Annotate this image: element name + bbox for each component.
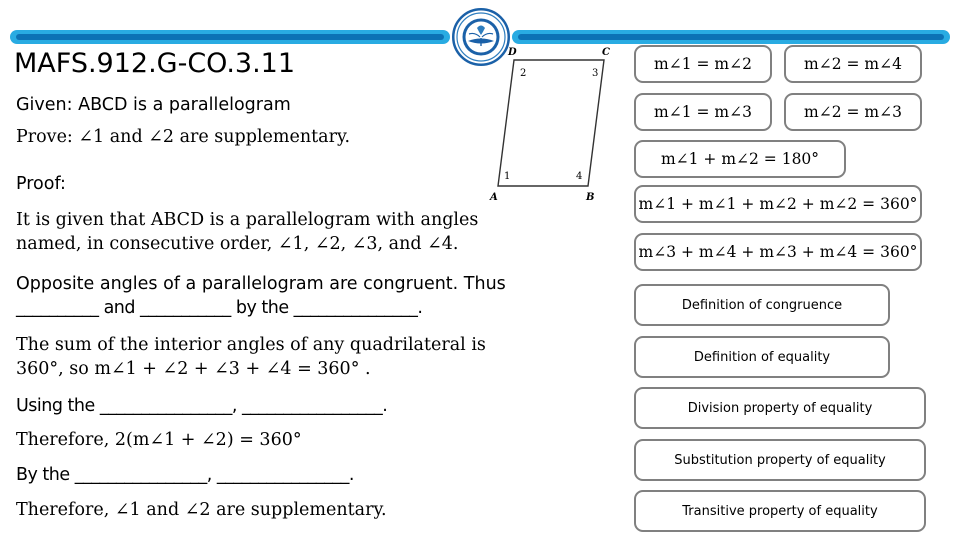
answer-box-label: Substitution property of equality xyxy=(674,452,886,468)
svg-text:1: 1 xyxy=(504,171,510,182)
svg-text:3: 3 xyxy=(592,68,598,79)
answer-box-prop-2[interactable]: Definition of equality xyxy=(634,336,890,378)
answer-box-eq-4[interactable]: m∠2 = m∠3 xyxy=(784,93,922,131)
answer-box-eq-2[interactable]: m∠2 = m∠4 xyxy=(784,45,922,83)
answer-box-label: Transitive property of equality xyxy=(682,503,878,519)
proof-step-7: Therefore, ∠1 and ∠2 are supplementary. xyxy=(16,500,387,520)
proof-step-5: Therefore, 2(m∠1 + ∠2) = 360° xyxy=(16,430,302,450)
answer-box-prop-5[interactable]: Transitive property of equality xyxy=(634,490,926,532)
answer-box-eq-5[interactable]: m∠1 + m∠2 = 180° xyxy=(634,140,846,178)
answer-box-label: Definition of congruence xyxy=(681,297,843,313)
prove-line: Prove: ∠1 and ∠2 are supplementary. xyxy=(16,127,351,147)
answer-box-label: m∠3 + m∠4 + m∠3 + m∠4 = 360° xyxy=(638,243,918,261)
svg-text:D: D xyxy=(507,47,517,58)
page-title: MAFS.912.G-CO.3.11 xyxy=(14,48,296,79)
answer-box-prop-1[interactable]: Definition of congruence xyxy=(634,284,890,326)
proof-step-6: By the ________________, _______________… xyxy=(16,465,354,485)
answer-box-eq-1[interactable]: m∠1 = m∠2 xyxy=(634,45,772,83)
proof-step-1: It is given that ABCD is a parallelogram… xyxy=(16,210,479,254)
proof-step-3: The sum of the interior angles of any qu… xyxy=(16,335,486,379)
answer-box-prop-4[interactable]: Substitution property of equality xyxy=(634,439,926,481)
answer-box-eq-3[interactable]: m∠1 = m∠3 xyxy=(634,93,772,131)
answer-box-label: m∠2 = m∠3 xyxy=(804,103,902,121)
proof-step-4: Using the ________________, ____________… xyxy=(16,396,388,416)
svg-text:2: 2 xyxy=(520,68,526,79)
answer-box-eq-7[interactable]: m∠3 + m∠4 + m∠3 + m∠4 = 360° xyxy=(634,233,922,271)
slide-canvas: MAFS.912.G-CO.3.11 Given: ABCD is a para… xyxy=(0,0,960,540)
parallelogram-abcd: D C A B 2 3 1 4 xyxy=(484,38,620,214)
answer-box-label: m∠1 + m∠2 = 180° xyxy=(660,150,820,168)
header-bar-left xyxy=(10,30,450,44)
svg-text:B: B xyxy=(585,192,594,203)
answer-box-label: m∠1 = m∠3 xyxy=(654,103,752,121)
answer-box-prop-3[interactable]: Division property of equality xyxy=(634,387,926,429)
proof-label: Proof: xyxy=(16,174,66,194)
given-line: Given: ABCD is a parallelogram xyxy=(16,95,291,115)
svg-text:A: A xyxy=(489,192,498,203)
answer-box-eq-6[interactable]: m∠1 + m∠1 + m∠2 + m∠2 = 360° xyxy=(634,185,922,223)
proof-step-2: Opposite angles of a parallelogram are c… xyxy=(16,274,506,318)
answer-box-label: m∠1 = m∠2 xyxy=(654,55,752,73)
answer-box-label: Definition of equality xyxy=(693,349,831,365)
svg-text:4: 4 xyxy=(576,171,582,182)
answer-box-label: Division property of equality xyxy=(687,400,873,416)
answer-box-label: m∠1 + m∠1 + m∠2 + m∠2 = 360° xyxy=(638,195,918,213)
answer-box-label: m∠2 = m∠4 xyxy=(804,55,902,73)
svg-text:C: C xyxy=(602,47,610,58)
